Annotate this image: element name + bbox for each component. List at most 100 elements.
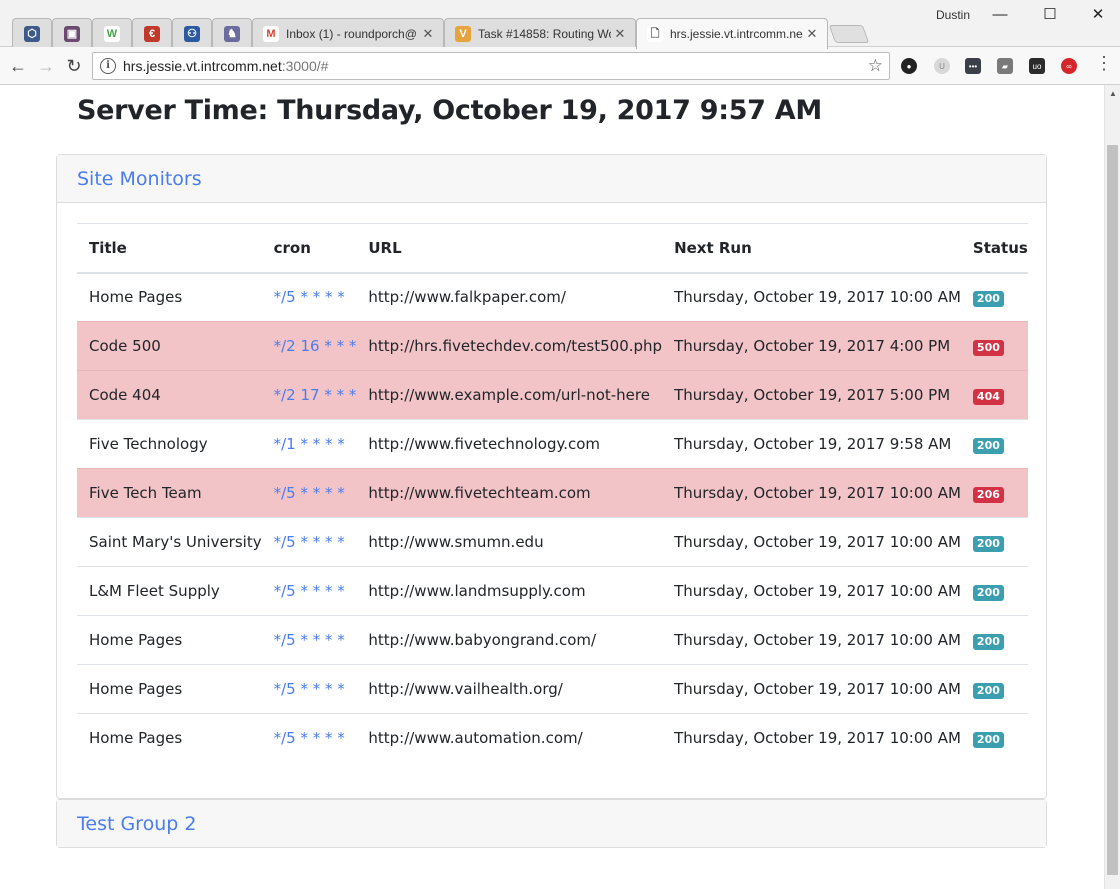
row-status: 200 xyxy=(960,713,1028,763)
row-url: http://hrs.fivetechdev.com/test500.php xyxy=(356,321,663,371)
task-icon: V xyxy=(455,25,471,42)
gmail-icon: M xyxy=(263,25,279,42)
scroll-thumb[interactable] xyxy=(1107,145,1118,875)
server-time-value: Thursday, October 19, 2017 9:57 AM xyxy=(277,95,822,126)
row-title: Home Pages xyxy=(77,664,262,714)
row-title: Saint Mary's University xyxy=(77,517,262,567)
ublock-icon[interactable]: uo xyxy=(1029,58,1045,74)
floppy-app-icon: ▣ xyxy=(64,25,80,42)
browser-tab[interactable]: ♞ xyxy=(212,18,252,48)
row-url: http://www.fivetechteam.com xyxy=(356,468,663,518)
row-cron[interactable]: */5 * * * * xyxy=(261,517,357,567)
new-tab-button[interactable] xyxy=(828,25,870,43)
row-cron[interactable]: */5 * * * * xyxy=(261,664,357,714)
site-monitors-link[interactable]: Site Monitors xyxy=(77,168,202,190)
table-row: L&M Fleet Supply */5 * * * * http://www.la… xyxy=(77,566,1028,616)
row-title: L&M Fleet Supply xyxy=(77,566,262,616)
extension-note-icon[interactable]: ▰ xyxy=(997,58,1013,74)
row-cron[interactable]: */1 * * * * xyxy=(261,419,357,469)
row-next-run: Thursday, October 19, 2017 10:00 AM xyxy=(662,664,961,714)
row-title: Five Technology xyxy=(77,419,262,469)
people-app-icon: ⚇ xyxy=(184,25,200,42)
row-cron[interactable]: */5 * * * * xyxy=(261,468,357,518)
profile-name[interactable]: Dustin xyxy=(936,8,970,22)
row-status: 200 xyxy=(960,517,1028,567)
page-scrollbar[interactable]: ▲ xyxy=(1104,85,1120,889)
row-next-run: Thursday, October 19, 2017 10:00 AM xyxy=(662,468,961,518)
test-group-2-header[interactable]: Test Group 2 xyxy=(57,800,1046,847)
row-title: Home Pages xyxy=(77,615,262,665)
maximize-button[interactable]: ☐ xyxy=(1035,5,1065,25)
extension-dots-icon[interactable]: ••• xyxy=(965,58,981,74)
row-status: 500 xyxy=(960,321,1028,371)
address-bar[interactable]: i hrs.jessie.vt.intrcomm.net:3000/# ☆ xyxy=(92,52,890,80)
back-icon[interactable]: ← xyxy=(6,54,30,78)
browser-tab[interactable]: 🗋 hrs.jessie.vt.intrcomm.ne ✕ xyxy=(636,18,828,49)
browser-tab[interactable]: W xyxy=(92,18,132,48)
forward-icon[interactable]: → xyxy=(34,54,58,78)
url-path: :3000/# xyxy=(281,58,329,74)
tab-close-icon[interactable]: ✕ xyxy=(419,26,437,42)
row-title: Home Pages xyxy=(77,713,262,763)
table-row: Home Pages */5 * * * * http://www.falkpape… xyxy=(77,272,1028,322)
browser-tab[interactable]: € xyxy=(132,18,172,48)
site-info-icon[interactable]: i xyxy=(100,58,116,74)
tab-title: hrs.jessie.vt.intrcomm.ne xyxy=(670,27,803,41)
status-badge: 200 xyxy=(972,682,1004,699)
bookmark-star-icon[interactable]: ☆ xyxy=(868,56,883,76)
browser-tab[interactable]: V Task #14858: Routing Wo ✕ xyxy=(444,18,636,48)
row-title: Code 404 xyxy=(77,370,262,420)
table-row: Five Technology */1 * * * * http://www.fiv… xyxy=(77,419,1028,469)
status-badge: 206 xyxy=(972,486,1004,503)
minimize-button[interactable]: — xyxy=(985,5,1015,25)
row-cron[interactable]: */5 * * * * xyxy=(261,272,357,322)
browser-tab[interactable]: ▣ xyxy=(52,18,92,48)
row-next-run: Thursday, October 19, 2017 10:00 AM xyxy=(662,272,961,322)
row-next-run: Thursday, October 19, 2017 10:00 AM xyxy=(662,713,961,763)
status-badge: 404 xyxy=(972,388,1004,405)
browser-menu-icon[interactable]: ⋮ xyxy=(1095,53,1113,74)
status-badge: 500 xyxy=(972,339,1004,356)
browser-chrome: ⬡ ▣ W € ⚇ ♞ M Inbox (1) - roundporch@ ✕ V Task #14… xyxy=(0,0,1120,85)
row-cron[interactable]: */5 * * * * xyxy=(261,566,357,616)
row-status: 200 xyxy=(960,566,1028,616)
status-badge: 200 xyxy=(972,731,1004,748)
reload-icon[interactable]: ↻ xyxy=(62,54,86,78)
site-monitors-header[interactable]: Site Monitors xyxy=(57,155,1046,203)
row-next-run: Thursday, October 19, 2017 5:00 PM xyxy=(662,370,961,420)
header-cron: cron xyxy=(261,223,357,274)
table-row: Saint Mary's University */5 * * * * http:/… xyxy=(77,517,1028,567)
browser-tab[interactable]: ⚇ xyxy=(172,18,212,48)
row-url: http://www.smumn.edu xyxy=(356,517,663,567)
extension-dark-icon[interactable]: ● xyxy=(901,58,917,74)
browser-tab[interactable]: ⬡ xyxy=(12,18,52,48)
scroll-up-icon[interactable]: ▲ xyxy=(1109,89,1117,98)
browser-tab[interactable]: M Inbox (1) - roundporch@ ✕ xyxy=(252,18,444,48)
tab-title: Task #14858: Routing Wo xyxy=(478,26,611,41)
row-title: Code 500 xyxy=(77,321,262,371)
server-time-heading: Server Time: Thursday, October 19, 2017 … xyxy=(77,95,822,126)
row-cron[interactable]: */5 * * * * xyxy=(261,615,357,665)
test-group-2-link[interactable]: Test Group 2 xyxy=(77,813,196,835)
close-window-button[interactable]: ✕ xyxy=(1083,5,1113,25)
row-cron[interactable]: */5 * * * * xyxy=(261,713,357,763)
row-cron[interactable]: */2 17 * * * xyxy=(261,370,357,420)
page-icon: 🗋 xyxy=(647,26,663,42)
header-url: URL xyxy=(356,223,663,274)
extension-u-icon[interactable]: U xyxy=(934,58,950,74)
tab-close-icon[interactable]: ✕ xyxy=(611,26,629,42)
row-url: http://www.example.com/url-not-here xyxy=(356,370,663,420)
row-status: 200 xyxy=(960,615,1028,665)
status-badge: 200 xyxy=(972,633,1004,650)
row-status: 200 xyxy=(960,272,1028,322)
row-next-run: Thursday, October 19, 2017 10:00 AM xyxy=(662,566,961,616)
row-cron[interactable]: */2 16 * * * xyxy=(261,321,357,371)
row-title: Five Tech Team xyxy=(77,468,262,518)
page-viewport: Server Time: Thursday, October 19, 2017 … xyxy=(0,85,1104,889)
adobe-icon[interactable]: ∞ xyxy=(1061,58,1077,74)
address-url[interactable]: hrs.jessie.vt.intrcomm.net:3000/# xyxy=(123,58,328,74)
tab-close-icon[interactable]: ✕ xyxy=(803,26,821,42)
row-url: http://www.landmsupply.com xyxy=(356,566,663,616)
row-next-run: Thursday, October 19, 2017 4:00 PM xyxy=(662,321,961,371)
status-badge: 200 xyxy=(972,584,1004,601)
